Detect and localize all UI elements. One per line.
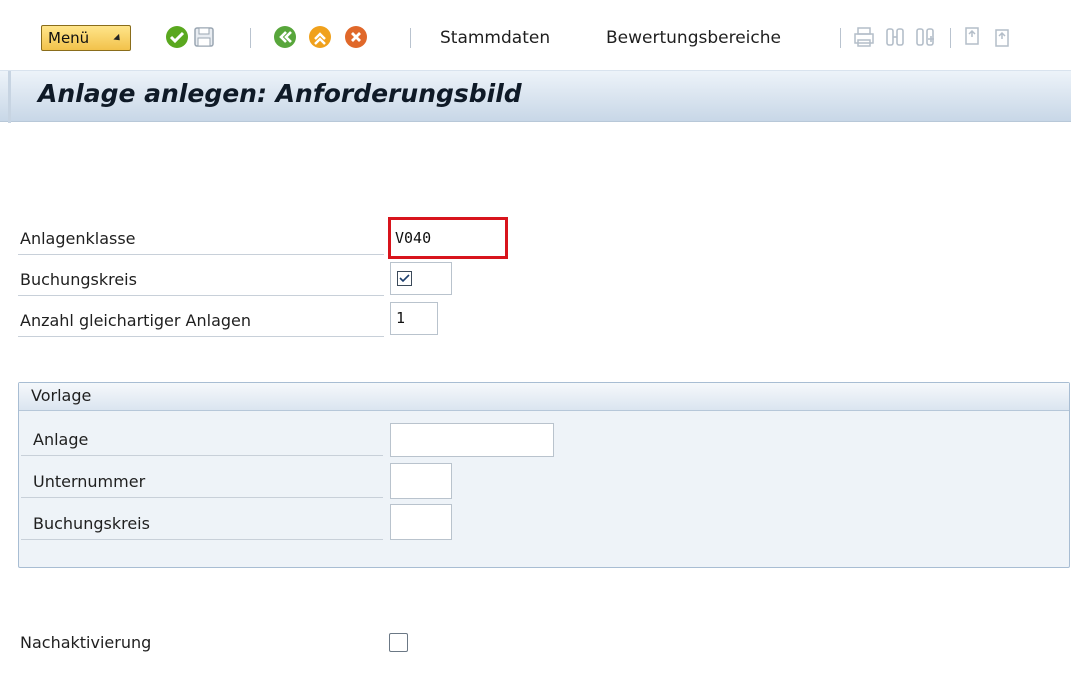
back-icon[interactable] [273, 25, 297, 49]
screen-title-bar: Anlage anlegen: Anforderungsbild [0, 70, 1071, 123]
anlagenklasse-input[interactable]: V040 [388, 217, 508, 259]
page-title: Anlage anlegen: Anforderungsbild [38, 79, 522, 108]
print-icon[interactable] [852, 25, 876, 49]
anlage-label: Anlage [33, 430, 89, 449]
toolbar-separator [410, 28, 411, 48]
menu-button-label: Menü [48, 29, 90, 47]
nachaktivierung-checkbox[interactable] [389, 633, 408, 652]
application-toolbar: Menü Stammdaten Bewertungsbereiche [0, 0, 1071, 70]
nachaktivierung-label: Nachaktivierung [20, 633, 152, 652]
toolbar-separator [950, 28, 951, 48]
unternummer-label: Unternummer [33, 472, 146, 491]
anlagenklasse-label: Anlagenklasse [20, 229, 136, 248]
vorlage-group-title: Vorlage [19, 383, 1069, 411]
buchungskreis-input[interactable] [390, 262, 452, 295]
label-underline [21, 539, 383, 540]
anlage-input[interactable] [390, 423, 554, 457]
enter-check-icon[interactable] [165, 25, 189, 49]
label-underline [18, 336, 384, 337]
menu-dropdown-icon [113, 33, 123, 44]
vorlage-group-box: Vorlage Anlage Unternummer Buchungskreis [18, 382, 1070, 568]
checkmark-icon [397, 271, 412, 286]
find-next-icon[interactable] [913, 25, 937, 49]
cancel-icon[interactable] [344, 25, 368, 49]
toolbar-separator [250, 28, 251, 48]
exit-icon[interactable] [308, 25, 332, 49]
find-icon[interactable] [883, 25, 907, 49]
anzahl-label: Anzahl gleichartiger Anlagen [20, 311, 252, 330]
vorlage-buchungskreis-label: Buchungskreis [33, 514, 150, 533]
unternummer-input[interactable] [390, 463, 452, 499]
label-underline [18, 254, 384, 255]
buchungskreis-label: Buchungskreis [20, 270, 137, 289]
label-underline [21, 455, 383, 456]
label-underline [21, 497, 383, 498]
first-page-icon[interactable] [962, 25, 986, 49]
label-underline [18, 295, 384, 296]
stammdaten-link[interactable]: Stammdaten [440, 28, 550, 48]
save-icon[interactable] [192, 25, 216, 49]
title-bar-edge [8, 71, 11, 123]
anzahl-input[interactable]: 1 [390, 302, 438, 335]
previous-page-icon[interactable] [990, 25, 1014, 49]
menu-button[interactable]: Menü [41, 25, 131, 51]
bewertungsbereiche-link[interactable]: Bewertungsbereiche [606, 28, 781, 48]
toolbar-separator [840, 28, 841, 48]
vorlage-buchungskreis-input[interactable] [390, 504, 452, 540]
